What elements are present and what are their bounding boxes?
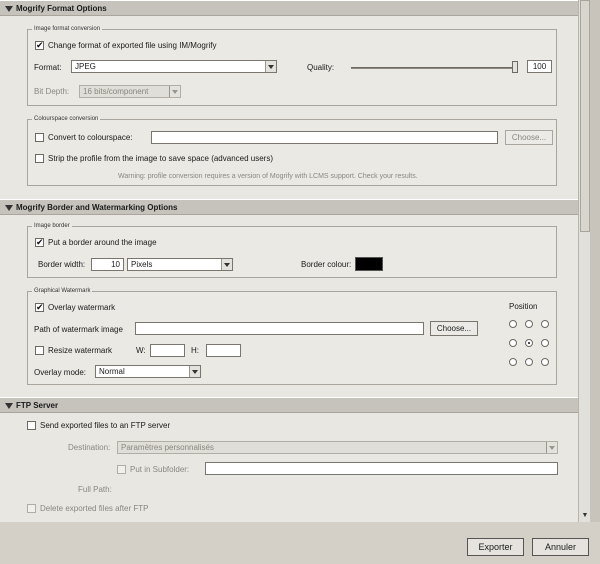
watermark-height-input[interactable] xyxy=(206,344,241,357)
destination-value: Paramètres personnalisés xyxy=(121,443,214,452)
border-colour-label: Border colour: xyxy=(301,260,352,269)
convert-colourspace-checkbox[interactable] xyxy=(35,133,44,142)
border-width-value: 10 xyxy=(111,260,120,269)
checkmark-icon: ✔ xyxy=(36,40,44,50)
width-label: W: xyxy=(136,346,146,355)
put-border-checkbox[interactable]: ✔ xyxy=(35,237,44,247)
bit-depth-select[interactable]: 16 bits/component xyxy=(79,85,181,98)
colourspace-group: Colourspace conversion Convert to colour… xyxy=(27,115,557,186)
bit-depth-label: Bit Depth: xyxy=(34,87,70,96)
position-top-center-radio[interactable] xyxy=(525,320,533,328)
destination-label: Destination: xyxy=(68,443,111,452)
triangle-down-icon[interactable] xyxy=(5,205,13,211)
image-format-group: Image format conversion ✔ Change format … xyxy=(27,25,557,106)
choose-watermark-button[interactable]: Choose... xyxy=(430,321,478,336)
position-bottom-right-radio[interactable] xyxy=(541,358,549,366)
format-select[interactable]: JPEG xyxy=(71,60,277,73)
position-middle-left-radio[interactable] xyxy=(509,339,517,347)
chevron-down-icon xyxy=(169,86,180,97)
section-header-mogrify-format[interactable]: Mogrify Format Options xyxy=(0,0,578,16)
watermark-path-input[interactable] xyxy=(135,322,424,335)
subfolder-input[interactable] xyxy=(205,462,558,475)
strip-profile-checkbox[interactable] xyxy=(35,154,44,163)
section-header-border-watermark[interactable]: Mogrify Border and Watermarking Options xyxy=(0,199,578,215)
chevron-down-icon xyxy=(189,366,200,377)
group-title: Image format conversion xyxy=(32,25,103,34)
border-width-label: Border width: xyxy=(38,260,86,269)
chevron-down-icon xyxy=(265,61,276,72)
arrow-down-icon[interactable]: ▼ xyxy=(580,511,590,521)
format-label: Format: xyxy=(34,63,62,72)
colourspace-path-input[interactable] xyxy=(151,131,498,144)
position-center-radio[interactable] xyxy=(525,339,533,347)
position-top-left-radio[interactable] xyxy=(509,320,517,328)
put-in-subfolder-checkbox[interactable] xyxy=(117,465,126,474)
position-bottom-left-radio[interactable] xyxy=(509,358,517,366)
section-header-ftp[interactable]: FTP Server xyxy=(0,397,578,413)
bit-depth-value: 16 bits/component xyxy=(83,87,149,96)
group-title: Colourspace conversion xyxy=(32,115,101,124)
resize-watermark-checkbox[interactable] xyxy=(35,346,44,355)
window-edge xyxy=(590,0,600,564)
section-title: FTP Server xyxy=(16,401,59,410)
quality-label: Quality: xyxy=(307,63,335,72)
put-border-label: Put a border around the image xyxy=(48,238,157,247)
triangle-down-icon[interactable] xyxy=(5,403,13,409)
quality-value: 100 xyxy=(532,62,547,71)
border-colour-swatch[interactable] xyxy=(355,257,383,271)
overlay-watermark-label: Overlay watermark xyxy=(48,303,116,312)
border-unit-select[interactable]: Pixels xyxy=(127,258,233,271)
overlay-mode-value: Normal xyxy=(99,367,125,376)
image-border-group: Image border ✔ Put a border around the i… xyxy=(27,222,557,278)
chevron-down-icon xyxy=(546,442,557,453)
quality-slider-track[interactable] xyxy=(351,67,515,69)
convert-colourspace-label: Convert to colourspace: xyxy=(48,133,133,142)
overlay-mode-select[interactable]: Normal xyxy=(95,365,201,378)
checkmark-icon: ✔ xyxy=(36,237,44,247)
checkmark-icon: ✔ xyxy=(36,302,44,312)
section-title: Mogrify Border and Watermarking Options xyxy=(16,203,178,212)
position-label: Position xyxy=(509,302,538,311)
dialog-footer: Exporter Annuler xyxy=(0,522,600,564)
height-label: H: xyxy=(191,346,199,355)
chevron-down-icon xyxy=(221,259,232,270)
scrollbar-thumb[interactable] xyxy=(580,0,590,232)
full-path-label: Full Path: xyxy=(78,485,112,494)
border-unit-value: Pixels xyxy=(131,260,153,269)
profile-warning-text: Warning: profile conversion requires a v… xyxy=(118,173,418,180)
section-title: Mogrify Format Options xyxy=(16,4,107,13)
cancel-button[interactable]: Annuler xyxy=(532,538,589,556)
delete-after-ftp-checkbox[interactable] xyxy=(27,504,36,513)
group-title: Graphical Watermark xyxy=(32,287,93,296)
position-top-right-radio[interactable] xyxy=(541,320,549,328)
group-title: Image border xyxy=(32,222,72,231)
overlay-watermark-checkbox[interactable]: ✔ xyxy=(35,302,44,312)
send-ftp-checkbox[interactable] xyxy=(27,421,36,430)
change-format-label: Change format of exported file using IM/… xyxy=(48,41,217,50)
resize-watermark-label: Resize watermark xyxy=(48,346,113,355)
export-settings-panel: Mogrify Format Options Image format conv… xyxy=(0,0,578,522)
triangle-down-icon[interactable] xyxy=(5,6,13,12)
watermark-width-input[interactable] xyxy=(150,344,185,357)
send-ftp-label: Send exported files to an FTP server xyxy=(40,421,171,430)
vertical-scrollbar[interactable]: ▼ xyxy=(578,0,590,522)
strip-profile-label: Strip the profile from the image to save… xyxy=(48,154,273,163)
destination-select[interactable]: Paramètres personnalisés xyxy=(117,441,558,454)
delete-after-ftp-label: Delete exported files after FTP xyxy=(40,504,149,513)
watermark-group: Graphical Watermark ✔ Overlay watermark … xyxy=(27,287,557,385)
put-in-subfolder-label: Put in Subfolder: xyxy=(130,465,190,474)
choose-colourspace-button[interactable]: Choose... xyxy=(505,130,553,145)
watermark-path-label: Path of watermark image xyxy=(34,325,123,334)
export-button[interactable]: Exporter xyxy=(467,538,524,556)
position-middle-right-radio[interactable] xyxy=(541,339,549,347)
position-bottom-center-radio[interactable] xyxy=(525,358,533,366)
overlay-mode-label: Overlay mode: xyxy=(34,368,87,377)
quality-slider-thumb[interactable] xyxy=(512,61,518,73)
format-value: JPEG xyxy=(75,62,96,71)
change-format-checkbox[interactable]: ✔ xyxy=(35,40,44,50)
quality-input[interactable]: 100 xyxy=(527,60,552,73)
border-width-input[interactable]: 10 xyxy=(91,258,124,271)
